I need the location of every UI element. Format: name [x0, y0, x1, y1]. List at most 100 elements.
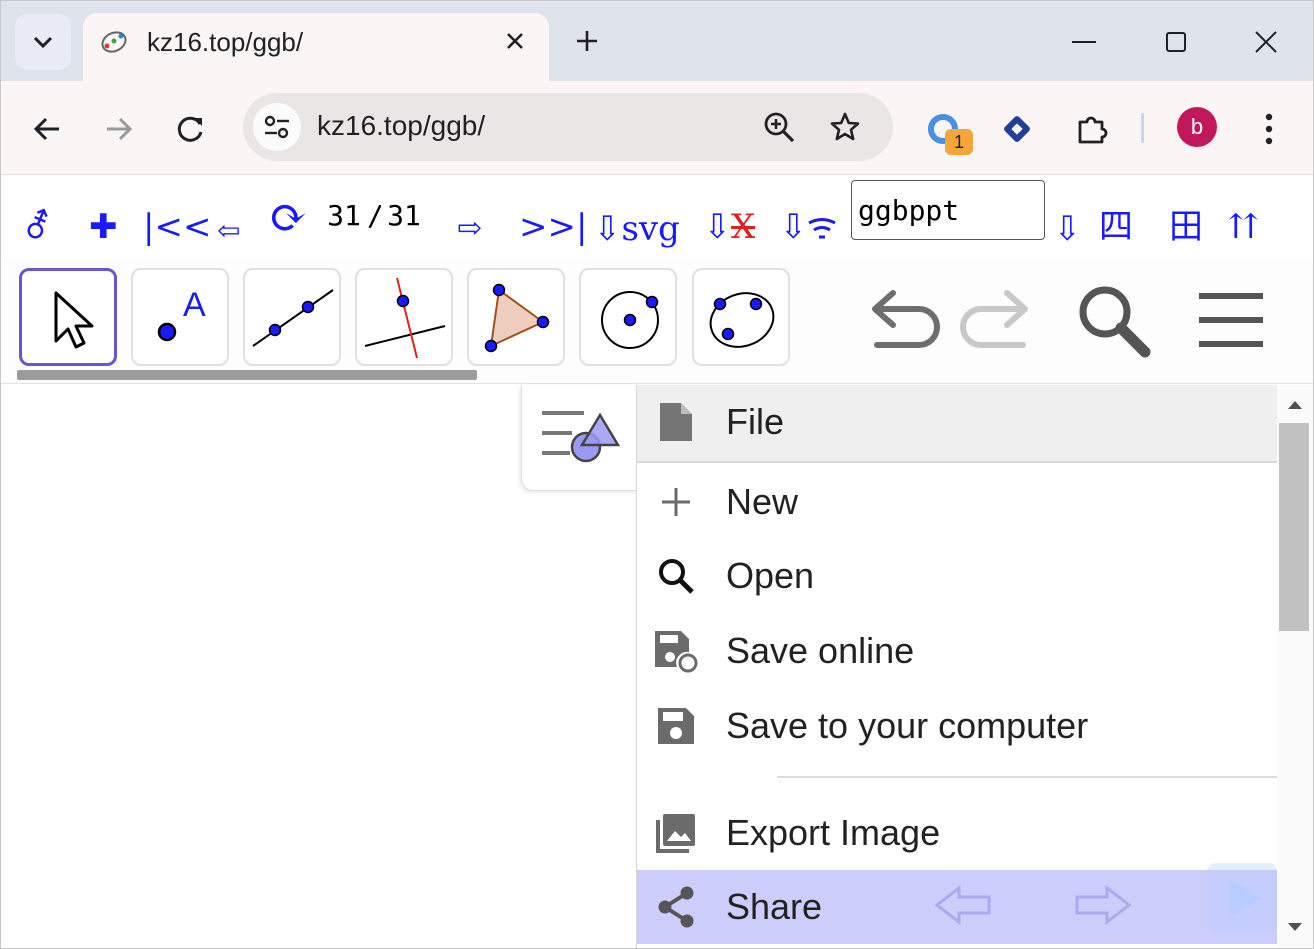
browser-menu-button[interactable] — [1245, 105, 1293, 153]
menu-label-export-image: Export Image — [726, 812, 941, 853]
download-svg-link[interactable]: ⇩svg — [593, 209, 680, 249]
back-button[interactable] — [23, 105, 71, 153]
extensions-menu-button[interactable] — [1067, 105, 1115, 153]
menu-item-open[interactable]: Open — [637, 539, 1277, 613]
algebra-view-toggle[interactable] — [521, 385, 639, 491]
download-wifi-link[interactable]: ⇩ — [779, 207, 808, 247]
menu-label-file: File — [726, 401, 785, 442]
window-close-button[interactable] — [1241, 17, 1291, 67]
play-icon — [1229, 879, 1261, 917]
scroll-up-arrow-icon[interactable] — [1285, 395, 1305, 415]
slide-next-arrow-icon[interactable] — [1073, 885, 1133, 925]
tab-strip: kz16.top/ggb/ — [1, 1, 1313, 83]
reload-button[interactable] — [167, 105, 215, 153]
prev-page-link[interactable]: ⇦ — [217, 211, 240, 251]
zoom-in-icon — [764, 112, 795, 143]
address-bar[interactable]: kz16.top/ggb/ — [243, 93, 893, 161]
minimize-button[interactable] — [1059, 17, 1109, 67]
tune-icon — [264, 115, 289, 139]
image-icon — [656, 814, 695, 853]
menu-item-export-image[interactable]: Export Image — [637, 796, 1277, 870]
extension-badge: 1 — [945, 129, 973, 155]
save-icon — [658, 708, 694, 744]
zoom-button[interactable] — [759, 107, 799, 147]
menu-item-save-computer[interactable]: Save to your computer — [637, 689, 1277, 763]
forward-button[interactable] — [95, 105, 143, 153]
tab-search-button[interactable] — [15, 14, 71, 70]
circle-center-icon — [601, 291, 659, 349]
ggb-file-input[interactable] — [851, 180, 1045, 240]
file-icon — [660, 403, 692, 441]
new-tab-button[interactable] — [567, 21, 607, 61]
minimize-icon — [1072, 41, 1096, 43]
point-label: A — [183, 286, 206, 324]
redo-button[interactable] — [953, 280, 1037, 360]
slide-prev-arrow-icon[interactable] — [933, 885, 993, 925]
scroll-down-arrow-icon[interactable] — [1285, 917, 1305, 937]
undo-button[interactable] — [863, 280, 947, 360]
hamburger-menu-icon — [1199, 293, 1263, 347]
menu-label-open: Open — [726, 555, 815, 596]
toolbar-scrollbar[interactable] — [17, 370, 477, 380]
slide-play-button[interactable] — [1207, 863, 1277, 933]
bookmark-button[interactable] — [825, 107, 865, 147]
menu-item-new[interactable]: New — [637, 465, 1277, 539]
undo-icon — [872, 290, 940, 348]
maximize-button[interactable] — [1151, 17, 1201, 67]
add-link[interactable]: ✚ — [89, 207, 118, 247]
diamond-icon — [1004, 116, 1030, 142]
active-tab[interactable]: kz16.top/ggb/ — [83, 13, 549, 83]
star-icon — [830, 112, 860, 141]
tool-polygon[interactable] — [467, 268, 565, 366]
wifi-lines-icon — [808, 218, 836, 239]
menu-scrollbar-thumb[interactable] — [1279, 423, 1309, 631]
search-icon — [659, 559, 694, 594]
total-pages: 31 — [381, 191, 427, 241]
site-info-button[interactable] — [253, 103, 301, 151]
menu-label-share: Share — [726, 886, 823, 927]
menu-label-save-computer: Save to your computer — [726, 705, 1089, 746]
ggb-toolbar: A — [1, 258, 1313, 384]
scroll-top-link[interactable]: ⇈ — [1229, 207, 1258, 247]
geogebra-favicon-icon — [101, 31, 127, 53]
profile-avatar[interactable]: b — [1177, 107, 1217, 147]
algebra-shapes-icon — [542, 411, 621, 463]
maximize-icon — [1166, 32, 1186, 52]
arrow-right-icon — [107, 117, 133, 141]
gender-link[interactable]: ⚦ — [23, 207, 52, 247]
point-icon: A — [157, 286, 206, 342]
grid-link[interactable]: 田 — [1169, 207, 1203, 247]
four-link[interactable]: 四 — [1099, 207, 1133, 247]
menu-item-save-online[interactable]: Save online — [637, 614, 1277, 688]
tool-point[interactable]: A — [131, 268, 229, 366]
tool-line[interactable] — [243, 268, 341, 366]
first-page-link[interactable]: |<< — [143, 207, 211, 247]
download-x-link[interactable]: ⇩ — [703, 207, 732, 247]
tool-conic[interactable] — [692, 268, 790, 366]
search-icon — [1079, 286, 1151, 358]
redo-icon — [960, 290, 1028, 348]
tool-perpendicular[interactable] — [355, 268, 453, 366]
x-mark[interactable]: X — [731, 207, 755, 247]
menu-item-file[interactable]: File — [637, 385, 1277, 463]
search-button[interactable] — [1069, 280, 1157, 360]
triangle-icon — [484, 283, 550, 353]
download-link[interactable]: ⇩ — [1053, 209, 1082, 249]
plus-icon — [577, 31, 597, 51]
line-icon — [252, 289, 334, 347]
menu-separator — [777, 776, 1277, 778]
next-page-link[interactable]: ⇨ — [457, 209, 482, 249]
last-page-link[interactable]: >>| — [519, 207, 587, 247]
chevron-down-icon — [33, 36, 53, 49]
extension-button-2[interactable] — [993, 105, 1041, 153]
close-icon — [1255, 31, 1277, 53]
ellipse-icon — [709, 292, 775, 348]
tool-circle[interactable] — [579, 268, 677, 366]
refresh-link[interactable]: ⟳ — [269, 194, 308, 240]
reload-icon — [177, 116, 203, 142]
browser-toolbar: kz16.top/ggb/ — [1, 81, 1313, 175]
close-icon — [507, 33, 523, 49]
tab-close-button[interactable] — [497, 23, 533, 59]
tool-move[interactable] — [19, 268, 117, 366]
main-menu-button[interactable] — [1189, 280, 1273, 360]
